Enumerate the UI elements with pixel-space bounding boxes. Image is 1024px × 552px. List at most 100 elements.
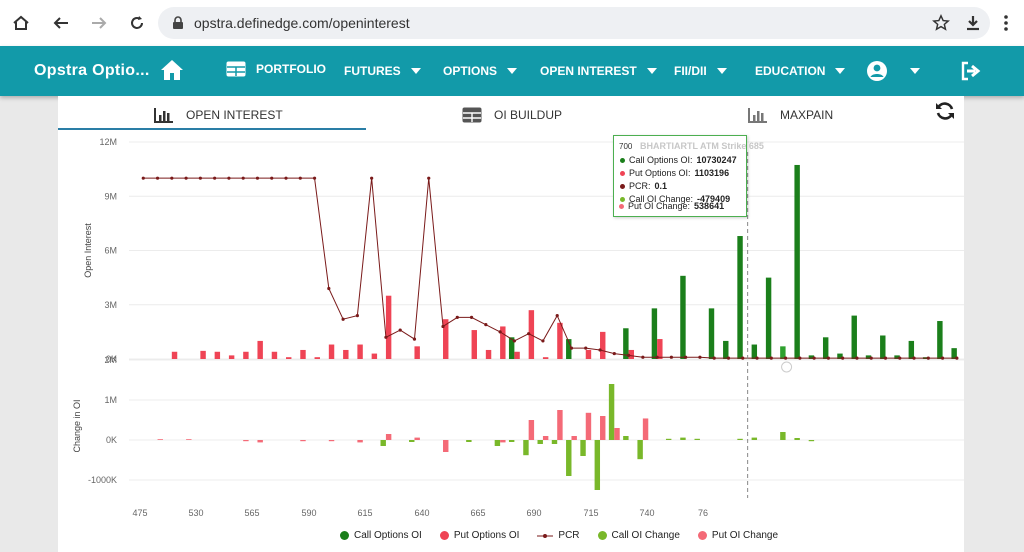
address-bar[interactable]: opstra.definedge.com/openinterest (158, 7, 990, 39)
pcr-point (298, 176, 302, 180)
legend-pcr[interactable]: PCR (537, 530, 580, 541)
tooltip-row-pcr: PCR: 0.1 (620, 181, 667, 191)
legend-put-change[interactable]: Put OI Change (697, 530, 779, 541)
legend-call-change[interactable]: Call OI Change (597, 530, 680, 541)
menu-portfolio[interactable]: PORTFOLIO (226, 61, 326, 77)
put-oi-bar (300, 349, 306, 359)
put-oi-bar (200, 350, 206, 359)
put-oi-bar (328, 344, 335, 359)
caret-down-icon (835, 68, 846, 74)
more-vert-icon[interactable] (993, 10, 1019, 36)
tooltip-label: PCR: (629, 181, 651, 191)
pcr-point (198, 176, 202, 180)
put-oi-bar (314, 357, 320, 359)
call-change-bar (466, 440, 472, 442)
pcr-point (441, 324, 445, 329)
menu-label: EDUCATION (755, 64, 826, 78)
call-change-bar (551, 440, 558, 444)
x-tick-label: 530 (188, 508, 203, 518)
home-icon[interactable] (8, 10, 34, 36)
pcr-point (498, 330, 502, 334)
tooltip-value: 1103196 (694, 168, 730, 178)
y-axis-label: Change in OI (72, 399, 82, 452)
legend-call-oi[interactable]: Call Options OI (340, 530, 422, 541)
x-tick-label: 665 (470, 508, 485, 518)
pcr-point (155, 176, 160, 180)
pcr-point (227, 176, 231, 180)
legend-put-oi[interactable]: Put Options OI (439, 530, 520, 541)
call-change-bar (537, 440, 543, 444)
y-tick-label: 9M (104, 191, 117, 201)
menu-fii-dii[interactable]: FII/DII (674, 64, 727, 78)
put-change-bar (328, 440, 335, 442)
legend-dot (620, 157, 625, 163)
logout-icon[interactable] (960, 61, 982, 86)
legend-dot (597, 531, 607, 540)
tooltip-label: Call Options OI: (629, 155, 693, 165)
call-change-bar (694, 438, 700, 440)
pcr-point (741, 356, 745, 360)
x-tick-label: 740 (639, 508, 654, 518)
star-icon[interactable] (928, 10, 954, 36)
pcr-point (926, 356, 930, 360)
put-change-bar (186, 439, 192, 440)
menu-education[interactable]: EDUCATION (755, 64, 846, 78)
account-menu[interactable] (866, 60, 920, 82)
tooltip-label: Put Options OI: (629, 168, 691, 178)
pcr-point (912, 356, 916, 360)
put-oi-bar (600, 331, 606, 359)
pcr-point (584, 346, 588, 350)
put-oi-bar (414, 346, 420, 359)
put-change-bar (542, 436, 549, 440)
pcr-point (170, 176, 174, 180)
pcr-point (512, 339, 516, 343)
call-oi-bar (851, 315, 857, 359)
call-change-bar (409, 440, 415, 442)
tab-oi-buildup[interactable]: OI BUILDUP (462, 102, 562, 128)
tab-maxpain[interactable]: MAXPAIN (748, 102, 833, 128)
put-oi-bar (471, 330, 477, 359)
legend-dot (619, 203, 624, 209)
bar-chart-icon (154, 108, 173, 123)
call-change-bar (508, 440, 515, 442)
tab-label: OPEN INTEREST (186, 108, 283, 122)
menu-open-interest[interactable]: OPEN INTEREST (540, 64, 657, 78)
home-icon[interactable] (160, 59, 184, 86)
call-change-bar (737, 438, 743, 440)
tab-open-interest[interactable]: OPEN INTEREST (154, 102, 283, 128)
download-icon[interactable] (960, 10, 986, 36)
oi-chart[interactable]: 0K 3M 6M 9M 12M Open Interest -1000K 0K 1M 2M Chan… (58, 136, 964, 527)
oi-chart-svg[interactable]: 0K3M6M9M12MOpen Interest-1000K0K1M2MChan… (58, 136, 964, 522)
legend-label: Put OI Change (711, 530, 779, 541)
forward-arrow-icon[interactable] (86, 10, 112, 36)
lock-icon (173, 16, 183, 29)
reload-icon[interactable] (124, 10, 150, 36)
menu-label: FII/DII (674, 64, 707, 78)
active-tab-indicator (58, 128, 366, 130)
y-tick-label: 6M (104, 246, 117, 256)
put-change-bar (500, 440, 506, 443)
put-change-bar (414, 437, 420, 440)
pcr-point (484, 323, 488, 327)
menu-futures[interactable]: FUTURES (344, 64, 421, 78)
call-change-bar (608, 384, 615, 440)
main-card: OPEN INTEREST OI BUILDUP MAXPAIN 0K 3M 6M 9… (58, 96, 964, 552)
pcr-point (955, 356, 959, 360)
pcr-point (841, 356, 845, 360)
pcr-point (312, 176, 317, 180)
tooltip-label: Put OI Change: (628, 201, 691, 211)
brand-title[interactable]: Opstra Optio... (34, 62, 150, 80)
menu-options[interactable]: OPTIONS (443, 64, 518, 78)
url-text: opstra.definedge.com/openinterest (194, 15, 410, 31)
put-oi-bar (286, 357, 292, 359)
pcr-point (883, 356, 888, 360)
put-oi-bar (257, 340, 263, 359)
x-tick-label: 76 (698, 508, 708, 518)
legend-label: Put Options OI (453, 530, 520, 541)
pcr-point (213, 176, 217, 180)
back-arrow-icon[interactable] (48, 10, 74, 36)
pcr-point (940, 356, 945, 360)
call-change-bar (780, 432, 786, 440)
pcr-point (555, 314, 559, 318)
refresh-icon[interactable] (934, 100, 956, 127)
